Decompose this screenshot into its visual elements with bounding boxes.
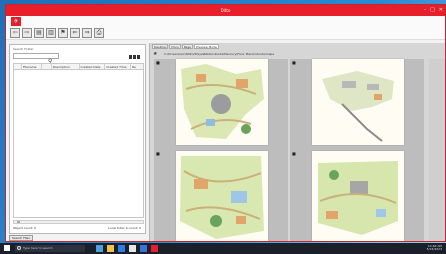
page-tag-icon: ■ — [292, 60, 296, 65]
page-tag-icon: ■ — [156, 151, 160, 156]
app-header: ✈ ⇦ ⇨ ▤ ▥ ⚑ ⇐ ⇒ ⎙ — [6, 16, 445, 40]
status-object-count: Object count: 0 — [13, 226, 37, 230]
map-column-left: ■ ■ — [154, 59, 288, 241]
current-path: C:\Drivers\rec\S09\V4\Sys\Beta\Cutouts\M… — [164, 52, 275, 56]
results-list[interactable] — [13, 70, 144, 218]
pinned-apps — [96, 245, 158, 252]
toolbar: ⇦ ⇨ ▤ ▥ ⚑ ⇐ ⇒ ⎙ — [10, 28, 104, 38]
panel-label: Search Folder — [13, 47, 34, 51]
clock-date: 5/15/2023 — [426, 247, 442, 251]
map-thumbnail[interactable] — [312, 151, 404, 241]
results-header: Filename Description Created Date Create… — [13, 63, 144, 70]
map-column-right: ■ ■ — [290, 59, 424, 241]
app-logo-icon: ✈ — [11, 17, 21, 26]
search-icon — [17, 246, 21, 250]
task-view-icon[interactable] — [96, 245, 103, 252]
page-tag-icon: ■ — [156, 60, 160, 65]
tab-preview-mode[interactable]: Preview Mode — [194, 44, 219, 49]
title-bar: Ditto – □ ✕ — [6, 5, 445, 16]
col-description[interactable]: Description — [52, 64, 80, 69]
path-bar: ★ C:\Drivers\rec\S09\V4\Sys\Beta\Cutouts… — [152, 51, 445, 57]
system-clock[interactable]: 10:48 AM 5/15/2023 — [427, 245, 442, 251]
campus-map-2 — [312, 59, 404, 145]
view-toggle[interactable] — [129, 55, 140, 59]
horizontal-scrollbar[interactable] — [13, 220, 144, 224]
col-created-date[interactable]: Created Date — [80, 64, 106, 69]
col-blank[interactable] — [42, 64, 52, 69]
tab-page[interactable]: Page — [181, 44, 193, 49]
edge-icon[interactable] — [118, 245, 125, 252]
preview-panel: Desktop Docs Page Preview Mode ★ C:\Driv… — [149, 43, 445, 241]
col-re[interactable]: Re — [131, 64, 143, 69]
app-icon[interactable] — [129, 245, 136, 252]
favorite-icon[interactable]: ★ — [153, 51, 157, 57]
close-button[interactable]: ✕ — [439, 7, 443, 13]
col-select[interactable] — [14, 64, 22, 69]
search-files-button[interactable]: Search Files — [9, 235, 33, 241]
forward-icon[interactable]: ⇨ — [22, 28, 32, 38]
app-window: Ditto – □ ✕ ✈ ⇦ ⇨ ▤ ▥ ⚑ ⇐ ⇒ ⎙ Search Fol… — [5, 4, 446, 242]
page-tag-icon: ■ — [292, 151, 296, 156]
col-filename[interactable]: Filename — [22, 64, 42, 69]
prev-icon[interactable]: ⇐ — [70, 28, 80, 38]
window-title: Ditto — [220, 8, 231, 13]
print-icon[interactable]: ⎙ — [94, 28, 104, 38]
taskbar: Type here to search 10:48 AM 5/15/2023 — [0, 243, 446, 254]
list-view-icon[interactable]: ▤ — [34, 28, 44, 38]
status-local-total: Local total: 0 count: 0 — [108, 226, 141, 230]
taskbar-search-input[interactable]: Type here to search — [15, 245, 85, 252]
map-thumbnail[interactable] — [176, 151, 268, 241]
ditto-app-icon[interactable] — [151, 245, 158, 252]
maximize-button[interactable]: □ — [430, 7, 435, 13]
campus-map-3 — [176, 151, 268, 241]
file-explorer-icon[interactable] — [107, 245, 114, 252]
back-icon[interactable]: ⇦ — [10, 28, 20, 38]
preview-tabs: Desktop Docs Page Preview Mode — [152, 44, 219, 49]
campus-map-4 — [312, 151, 404, 241]
next-icon[interactable]: ⇒ — [82, 28, 92, 38]
taskbar-search-placeholder: Type here to search — [23, 246, 53, 250]
map-thumbnail[interactable] — [312, 59, 404, 145]
word-icon[interactable] — [140, 245, 147, 252]
campus-map-1 — [176, 59, 268, 145]
map-thumbnail[interactable] — [176, 59, 268, 145]
minimize-button[interactable]: – — [424, 7, 427, 13]
search-panel: Search Folder ⚲ Filename Description Cre… — [9, 44, 146, 234]
col-created-time[interactable]: Created Time — [105, 64, 132, 69]
flag-icon[interactable]: ⚑ — [58, 28, 68, 38]
right-gutter — [429, 59, 445, 241]
tab-desktop[interactable]: Desktop — [152, 44, 169, 49]
tab-docs[interactable]: Docs — [169, 44, 181, 49]
grid-view-icon[interactable]: ▥ — [46, 28, 56, 38]
start-button[interactable] — [4, 245, 10, 251]
